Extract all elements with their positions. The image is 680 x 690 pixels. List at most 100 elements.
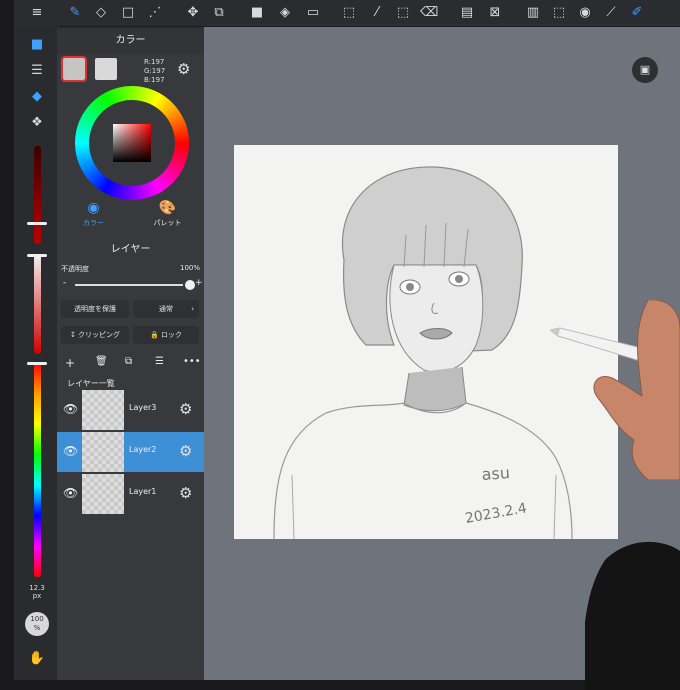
tab-color[interactable]: ◉ カラー xyxy=(57,198,130,234)
tab-color-label: カラー xyxy=(83,219,104,227)
pen-icon[interactable]: ✐ xyxy=(628,4,646,22)
gradient-icon[interactable]: ▭ xyxy=(304,4,322,22)
rgb-r: R:197 xyxy=(144,58,165,66)
menu-icon[interactable]: ≡ xyxy=(28,4,46,22)
window-icon[interactable]: ⊠ xyxy=(486,4,504,22)
secondary-color-swatch[interactable] xyxy=(95,58,117,80)
top-toolbar: ✎ ◇ □ ⋰ ✥ ⧉ ■ ◈ ▭ ⬚ ⁄ ⬚ ⌫ ▤ ⊠ ▥ ⬚ ◉ ⟋ ✐ xyxy=(14,0,680,27)
palette-icon: 🎨 xyxy=(158,200,177,216)
clipping-label: クリッピング xyxy=(78,331,121,339)
layer-list-icon[interactable]: ☰ xyxy=(28,62,46,80)
fill-icon[interactable]: ■ xyxy=(248,4,266,22)
lock-button[interactable]: 🔒 ロック xyxy=(133,326,199,344)
rgb-readout: R:197 G:197 B:197 xyxy=(144,58,165,85)
layer-list-title: レイヤー一覧 xyxy=(67,379,115,388)
add-layer-icon[interactable]: + xyxy=(65,356,75,370)
opacity-plus[interactable]: + xyxy=(195,278,203,288)
hue-thumb[interactable] xyxy=(27,362,47,365)
brush-opacity-thumb[interactable] xyxy=(27,254,47,257)
chevron-right-icon: › xyxy=(191,305,194,313)
opacity-slider-thumb[interactable] xyxy=(185,280,195,290)
blend-mode-value: 通常 xyxy=(159,305,173,313)
tab-palette-label: パレット xyxy=(153,219,182,227)
rectangle-icon[interactable]: □ xyxy=(119,4,137,22)
bucket-icon[interactable]: ◈ xyxy=(276,4,294,22)
color-tab-icon: ◉ xyxy=(87,200,100,216)
signature-text: asu xyxy=(481,463,511,484)
clipping-icon: ↧ xyxy=(69,331,76,339)
eye-icon[interactable]: 👁 xyxy=(63,402,78,416)
layer-row[interactable]: 👁 Layer3 ⚙ xyxy=(57,390,204,430)
transform-icon[interactable]: ⧉ xyxy=(210,4,228,22)
color-wheel-inner xyxy=(89,100,175,186)
layer-name: Layer1 xyxy=(129,487,157,496)
ruler-icon[interactable]: ⟋ xyxy=(602,4,620,22)
layer-name: Layer3 xyxy=(129,403,157,412)
layer-thumbnail xyxy=(82,390,124,430)
eye-icon[interactable]: 👁 xyxy=(63,486,78,500)
layout-icon[interactable]: ▤ xyxy=(458,4,476,22)
opacity-label: 不透明度 xyxy=(61,265,89,273)
primary-color-swatch[interactable] xyxy=(61,56,87,82)
layer-thumbnail xyxy=(82,432,124,472)
color-tabs: ◉ カラー 🎨 パレット xyxy=(57,198,204,234)
color-panel-icon[interactable]: ■ xyxy=(28,36,46,54)
hue-slider[interactable] xyxy=(34,362,41,577)
layer-settings-gear-icon[interactable]: ⚙ xyxy=(179,442,192,460)
navigator-icon[interactable]: ◉ xyxy=(576,4,594,22)
clipping-button[interactable]: ↧ クリッピング xyxy=(61,326,129,344)
protect-alpha-button[interactable]: 透明度を保護 xyxy=(61,300,129,318)
brush-icon[interactable]: ✎ xyxy=(66,4,84,22)
layers-icon[interactable]: ◆ xyxy=(28,88,46,106)
move-icon[interactable]: ✥ xyxy=(184,4,202,22)
duplicate-layer-icon[interactable]: ⧉ xyxy=(125,356,132,367)
color-wheel[interactable] xyxy=(75,86,189,200)
saturation-value-square[interactable] xyxy=(113,124,151,162)
lock-icon: 🔒 xyxy=(150,331,159,339)
layer-panel-title: レイヤー xyxy=(110,244,151,255)
materials-icon[interactable]: ❖ xyxy=(28,114,46,132)
pages-icon[interactable]: ▥ xyxy=(524,4,542,22)
brush-size-value: 12.3 xyxy=(29,584,45,592)
brush-size-thumb[interactable] xyxy=(27,222,47,225)
lock-label: ロック xyxy=(160,331,182,339)
brush-opacity-slider[interactable] xyxy=(34,254,41,354)
side-panel: カラー R:197 G:197 B:197 ⚙ ◉ カラー 🎨 パレット レイヤ… xyxy=(57,28,204,680)
layer-thumbnail xyxy=(82,474,124,514)
rgb-g: G:197 xyxy=(144,67,166,75)
eye-icon[interactable]: 👁 xyxy=(63,444,78,458)
opacity-slider[interactable] xyxy=(75,284,183,286)
layer-row[interactable]: 👁 Layer2 ⚙ xyxy=(57,432,204,472)
magic-wand-icon[interactable]: ⋰ xyxy=(146,4,164,22)
color-panel-title: カラー xyxy=(57,28,204,54)
clear-icon[interactable]: ⌫ xyxy=(420,4,438,22)
layer-name: Layer2 xyxy=(129,445,157,454)
brush-size-readout: 12.3 px xyxy=(24,584,50,600)
layer-row[interactable]: 👁 Layer1 ⚙ xyxy=(57,474,204,514)
fullscreen-icon[interactable]: ▣ xyxy=(632,57,658,83)
left-tool-strip: ≡ ■ ☰ ◆ ❖ 12.3 px 100% ✋ xyxy=(14,5,61,680)
date-text: 2023.2.4 xyxy=(464,500,528,527)
opacity-minus[interactable]: - xyxy=(63,278,66,288)
more-options-icon[interactable]: ••• xyxy=(183,356,201,367)
eyedropper-icon[interactable]: ⁄ xyxy=(368,4,386,22)
dark-fabric xyxy=(585,541,680,690)
delete-layer-icon[interactable]: 🗑 xyxy=(95,356,108,367)
blend-mode-select[interactable]: 通常 › xyxy=(133,300,199,318)
snap-icon[interactable]: ⬚ xyxy=(550,4,568,22)
hand-icon[interactable]: ✋ xyxy=(28,650,46,668)
tab-palette[interactable]: 🎨 パレット xyxy=(131,198,204,234)
color-settings-gear-icon[interactable]: ⚙ xyxy=(177,60,190,78)
brush-size-slider[interactable] xyxy=(34,146,41,244)
select-icon[interactable]: ⬚ xyxy=(340,4,358,22)
zoom-button[interactable]: 100% xyxy=(25,612,49,636)
rgb-b: B:197 xyxy=(144,76,165,84)
layer-list-menu-icon[interactable]: ☰ xyxy=(155,356,164,367)
layer-settings-gear-icon[interactable]: ⚙ xyxy=(179,484,192,502)
layer-settings-gear-icon[interactable]: ⚙ xyxy=(179,400,192,418)
brush-size-unit: px xyxy=(32,592,42,600)
hand xyxy=(593,300,680,480)
select-pen-icon[interactable]: ⬚ xyxy=(394,4,412,22)
eraser-icon[interactable]: ◇ xyxy=(92,4,110,22)
opacity-value: 100% xyxy=(179,264,200,272)
